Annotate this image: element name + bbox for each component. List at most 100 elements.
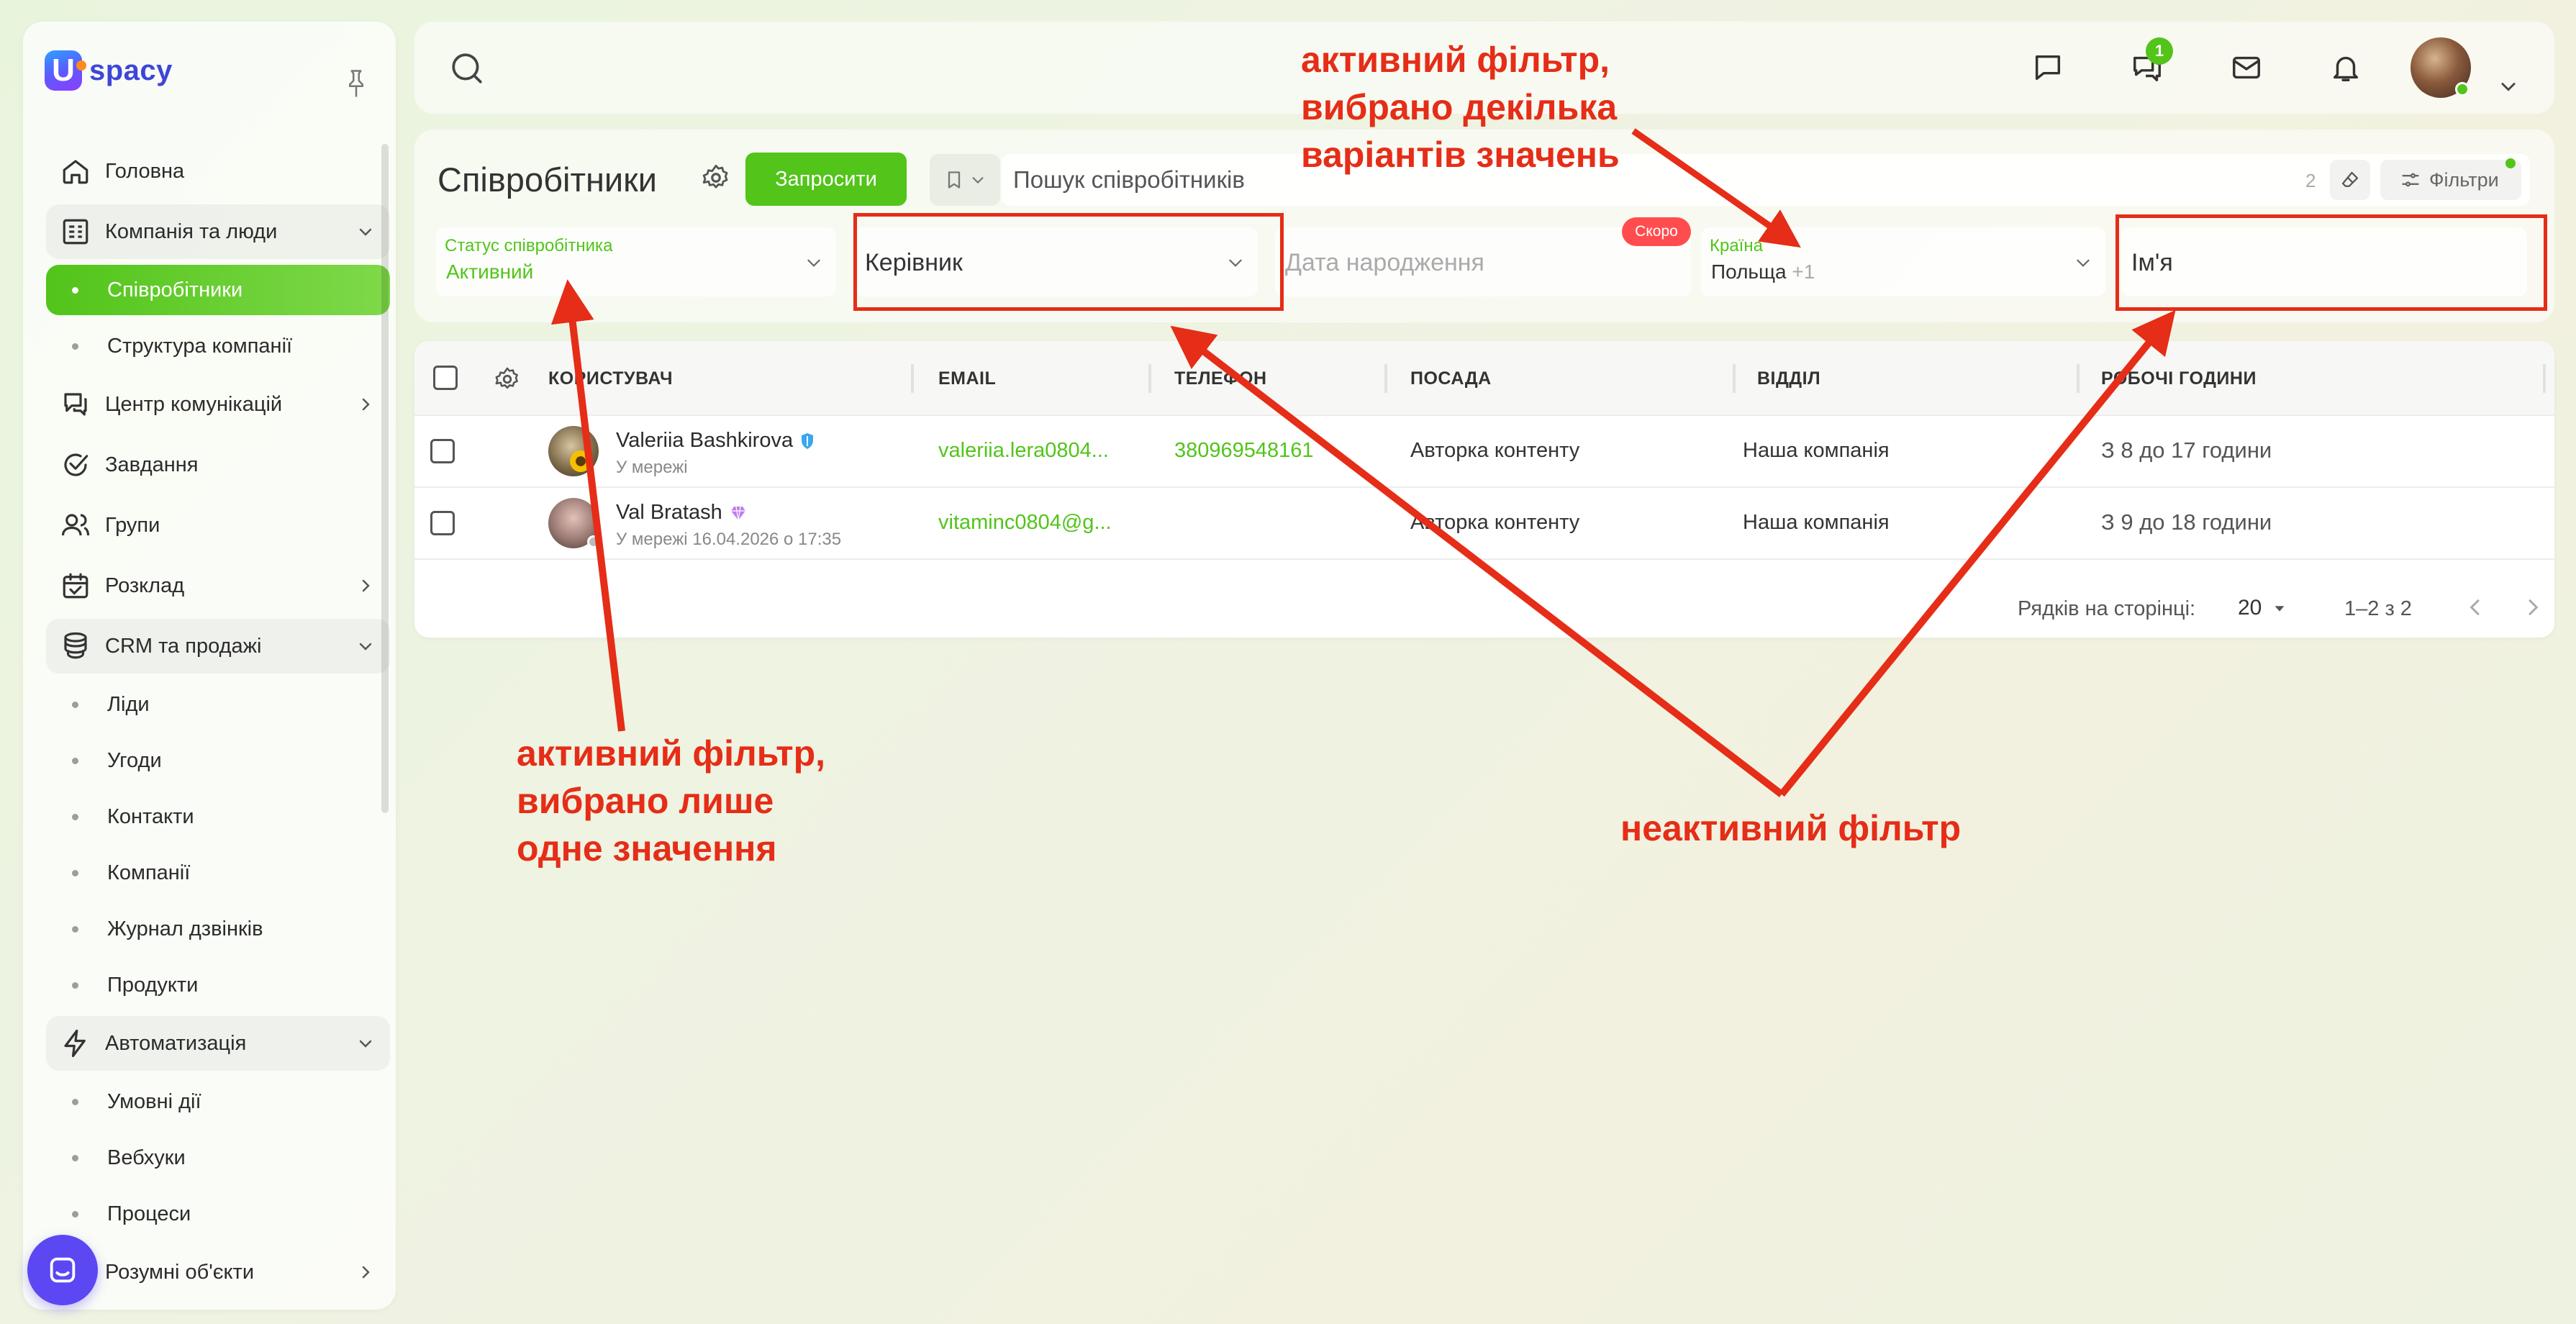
bullet — [72, 813, 78, 820]
sidebar-item-contacts[interactable]: Контакти — [46, 792, 390, 842]
column-position[interactable]: ПОСАДА — [1410, 368, 1492, 389]
filters-button[interactable]: Фільтри — [2380, 158, 2521, 200]
clear-filters-button[interactable] — [2330, 160, 2370, 200]
column-email[interactable]: EMAIL — [938, 368, 996, 389]
sidebar-item-products[interactable]: Продукти — [46, 960, 390, 1010]
select-all-checkbox[interactable] — [433, 366, 458, 390]
sidebar-item-leads[interactable]: Ліди — [46, 679, 390, 730]
sidebar-item-groups[interactable]: Групи — [46, 498, 390, 553]
sidebar-item-webhooks[interactable]: Вебхуки — [46, 1133, 390, 1183]
row-checkbox[interactable] — [430, 511, 455, 535]
sidebar-group-company[interactable]: Компанія та люди — [46, 204, 390, 259]
bullet — [72, 981, 78, 989]
sidebar-item-tasks[interactable]: Завдання — [46, 437, 390, 492]
chevron-down-icon — [807, 259, 820, 267]
user-avatar[interactable] — [2411, 37, 2471, 98]
sidebar-item-processes[interactable]: Процеси — [46, 1189, 390, 1239]
email-link[interactable]: vitaminc0804@g... — [938, 511, 1112, 535]
chats-button[interactable]: 1 — [2128, 37, 2173, 86]
chevron-left-icon[interactable] — [2464, 596, 2487, 619]
filter-country[interactable]: Країна Польща +1 — [1701, 227, 2105, 296]
column-resizer[interactable] — [2077, 364, 2080, 393]
gear-icon[interactable] — [494, 366, 521, 393]
working-hours-cell: З 8 до 17 години — [2101, 437, 2272, 463]
bookmark-icon — [948, 171, 961, 189]
sidebar-item-label: Співробітники — [107, 278, 243, 301]
phone-link[interactable]: 380969548161 — [1174, 439, 1314, 463]
column-working-hours[interactable]: РОБОЧІ ГОДИНИ — [2101, 368, 2257, 389]
sidebar-item-label: Розклад — [105, 573, 185, 597]
logo[interactable]: U spacy — [45, 49, 173, 92]
table-row[interactable]: Val Bratash У мережі 16.04.2026 о 17:35 … — [414, 488, 2554, 560]
sunflower-decoration — [570, 450, 591, 472]
column-resizer[interactable] — [1733, 364, 1736, 393]
bell-icon — [2333, 56, 2359, 81]
column-resizer[interactable] — [1148, 364, 1151, 393]
sidebar-item-deals[interactable]: Угоди — [46, 735, 390, 786]
sidebar-item-communication[interactable]: Центр комунікацій — [46, 377, 390, 432]
rows-per-page-label: Рядків на сторінці: — [2018, 597, 2196, 620]
sidebar-item-label: Умовні дії — [107, 1089, 201, 1113]
sidebar-item-employees[interactable]: Співробітники — [46, 265, 390, 315]
filter-employee-status[interactable]: Статус співробітника Активний — [436, 227, 836, 296]
avatar[interactable] — [548, 498, 600, 548]
search-icon[interactable] — [449, 50, 485, 86]
user-name[interactable]: Val Bratash — [616, 501, 747, 525]
saved-filters-button[interactable] — [930, 154, 1000, 206]
sidebar-item-call-log[interactable]: Журнал дзвінків — [46, 904, 390, 954]
page-title: Співробітники — [437, 160, 657, 199]
sidebar-item-companies[interactable]: Компанії — [46, 848, 390, 898]
avatar[interactable] — [548, 426, 599, 476]
bullet — [72, 286, 78, 294]
employee-search: 2 Фільтри — [1002, 154, 2530, 206]
column-department[interactable]: ВІДДІЛ — [1757, 368, 1820, 389]
chevron-down-icon[interactable] — [2498, 76, 2518, 96]
sidebar: U spacy Головна Компанія та люди Співроб… — [23, 22, 396, 1310]
user-name-text: Valeriia Bashkirova — [616, 429, 794, 452]
sidebar-group-automation[interactable]: Автоматизація — [46, 1016, 390, 1071]
notifications-button[interactable] — [2327, 49, 2364, 86]
filter-label: Країна — [1710, 236, 1763, 255]
rows-per-page-select[interactable]: 20 — [2238, 596, 2287, 620]
sidebar-item-company-structure[interactable]: Структура компанії — [46, 321, 390, 371]
table-row[interactable]: Valeriia Bashkirova У мережі valeriia.le… — [414, 416, 2554, 488]
row-checkbox[interactable] — [430, 439, 455, 463]
bullet — [72, 757, 78, 764]
column-resizer[interactable] — [2543, 364, 2546, 393]
pagination-range: 1–2 з 2 — [2344, 597, 2412, 620]
column-resizer[interactable] — [1384, 364, 1387, 393]
chevron-down-icon — [359, 228, 372, 236]
sidebar-scrollbar[interactable] — [381, 144, 389, 813]
bullet — [72, 1210, 78, 1218]
sidebar-item-conditional-actions[interactable]: Умовні дії — [46, 1076, 390, 1127]
user-name-text: Val Bratash — [616, 501, 722, 524]
employees-table: КОРИСТУВАЧ EMAIL ТЕЛЕФОН ПОСАДА ВІДДІЛ Р… — [414, 341, 2554, 638]
sidebar-item-label: Групи — [105, 513, 160, 537]
chevron-right-icon[interactable] — [2521, 596, 2544, 619]
users-icon — [59, 509, 92, 542]
user-status: У мережі — [616, 458, 688, 477]
email-link[interactable]: valeriia.lera0804... — [938, 439, 1109, 463]
pagination: Рядків на сторінці: 20 1–2 з 2 — [414, 576, 2554, 638]
pin-icon[interactable] — [345, 69, 367, 98]
column-phone[interactable]: ТЕЛЕФОН — [1174, 368, 1267, 389]
support-chat-button[interactable] — [27, 1235, 98, 1305]
gear-icon[interactable] — [701, 163, 731, 193]
mail-button[interactable] — [2228, 49, 2265, 86]
chevron-down-icon — [359, 1040, 372, 1048]
department-cell: Наша компанія — [1743, 439, 1890, 462]
sidebar-item-schedule[interactable]: Розклад — [46, 558, 390, 613]
user-name[interactable]: Valeriia Bashkirova — [616, 429, 815, 453]
sidebar-item-label: Автоматизація — [105, 1031, 247, 1055]
annotation-right: неактивний фільтр — [1620, 808, 1962, 848]
coming-soon-badge: Скоро — [1622, 217, 1691, 246]
sidebar-group-crm[interactable]: CRM та продажі — [46, 619, 390, 674]
sidebar-item-home[interactable]: Головна — [46, 144, 390, 199]
online-indicator — [2455, 82, 2470, 96]
database-icon — [59, 630, 92, 663]
column-resizer[interactable] — [911, 364, 914, 393]
invite-button[interactable]: Запросити — [745, 153, 907, 206]
message-button[interactable] — [2029, 49, 2067, 86]
column-user[interactable]: КОРИСТУВАЧ — [548, 368, 673, 389]
rows-per-page-value: 20 — [2238, 596, 2262, 620]
